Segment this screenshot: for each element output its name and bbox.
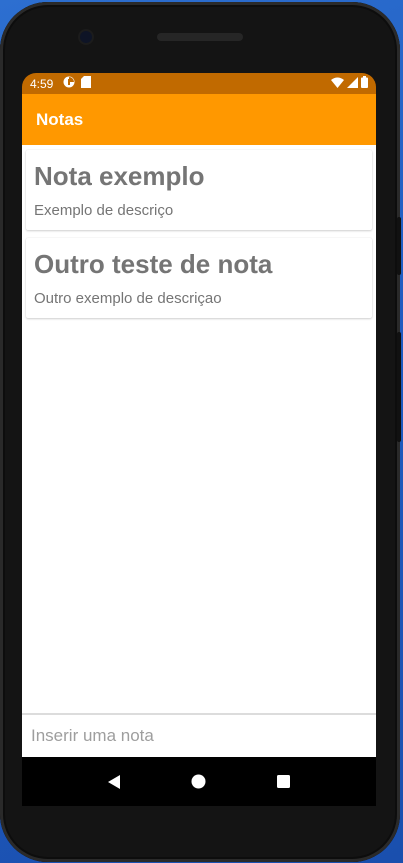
note-card[interactable]: Outro teste de nota Outro exemplo de des… [26, 238, 372, 318]
note-input-bar [22, 713, 376, 757]
note-list: Nota exemplo Exemplo de descriço Outro t… [22, 145, 376, 318]
phone-screen: 4:59 Notas Nota exemplo Exemplo de descr… [22, 73, 376, 806]
recents-icon[interactable] [269, 767, 299, 797]
note-input[interactable] [22, 715, 376, 757]
volume-button [397, 332, 401, 442]
note-card[interactable]: Nota exemplo Exemplo de descriço [26, 150, 372, 230]
note-description: Exemplo de descriço [34, 202, 174, 219]
home-icon[interactable] [184, 767, 214, 797]
phone-frame: 4:59 Notas Nota exemplo Exemplo de descr… [0, 2, 401, 862]
signal-icon [347, 76, 358, 91]
battery-icon [361, 76, 368, 91]
power-button [397, 217, 401, 275]
navigation-bar [22, 757, 376, 806]
front-camera [80, 31, 92, 43]
wifi-icon [331, 77, 344, 91]
app-bar: Notas [22, 94, 376, 145]
note-title: Outro teste de nota [34, 249, 273, 279]
note-description: Outro exemplo de descriçao [34, 290, 222, 307]
earpiece-speaker [157, 33, 243, 41]
notes-content: Nota exemplo Exemplo de descriço Outro t… [22, 145, 376, 713]
data-saver-icon [63, 76, 75, 91]
note-title: Nota exemplo [34, 161, 205, 191]
status-time: 4:59 [30, 76, 54, 91]
sd-card-icon [81, 76, 92, 91]
status-bar: 4:59 [22, 73, 376, 94]
back-icon[interactable] [99, 767, 129, 797]
app-title: Notas [36, 109, 84, 129]
